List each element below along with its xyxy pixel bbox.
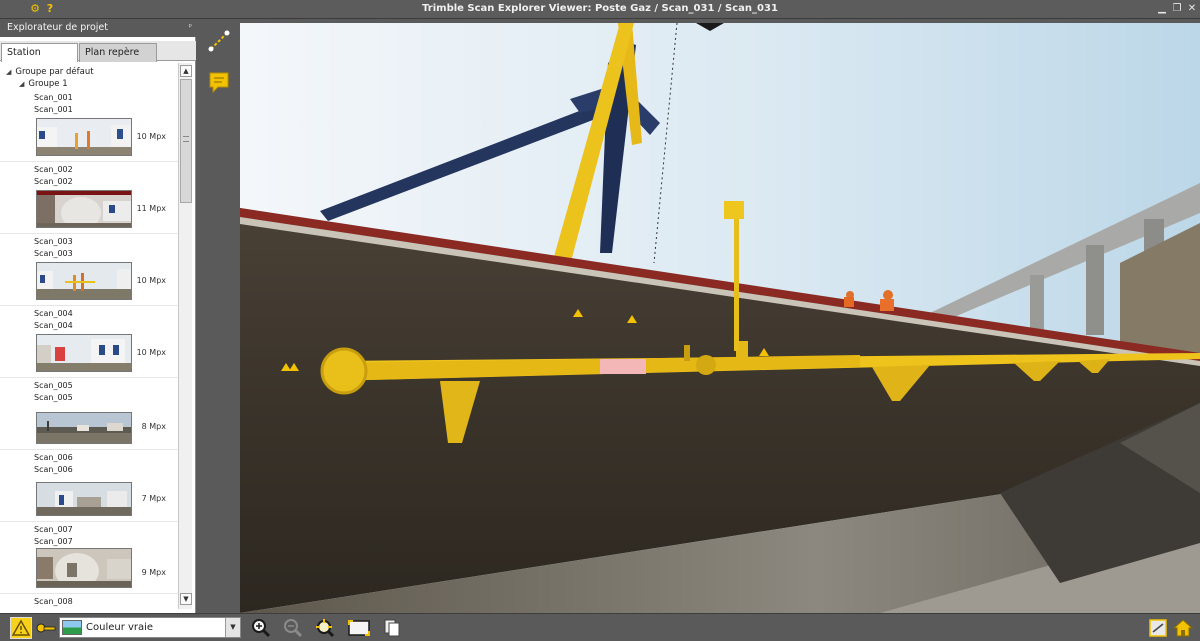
scan-sub-name: Scan_005 xyxy=(34,393,73,402)
scan-name: Scan_006 xyxy=(34,453,73,462)
scan-thumbnail[interactable] xyxy=(36,262,132,300)
collapse-icon[interactable]: ◢ xyxy=(19,80,24,88)
scan-sub-name: Scan_007 xyxy=(34,537,73,546)
tree-root-label: Groupe par défaut xyxy=(15,67,94,77)
list-item[interactable]: Scan_004 Scan_004 10 Mpx xyxy=(0,306,178,378)
panel-title: Explorateur de projet ᵖ xyxy=(0,19,196,37)
tab-plan-repere[interactable]: Plan repère xyxy=(79,43,157,62)
key-icon[interactable] xyxy=(36,622,56,634)
tree-group-label: Groupe 1 xyxy=(28,79,68,89)
scan-sub-name: Scan_004 xyxy=(34,321,73,330)
scan-tree: ◢ Groupe par défaut ◢ Groupe 1 Scan_001 Sc… xyxy=(0,63,178,613)
scan-resolution: 10 Mpx xyxy=(136,132,166,141)
scan-thumbnail[interactable] xyxy=(36,412,132,444)
title-bar: ⚙ ? Trimble Scan Explorer Viewer: Poste … xyxy=(0,0,1200,19)
home-icon[interactable] xyxy=(1172,618,1194,638)
tree-scrollbar[interactable]: ▲ ▼ xyxy=(178,63,192,609)
list-item[interactable]: Scan_001 Scan_001 10 Mpx xyxy=(0,90,178,162)
scan-resolution: 8 Mpx xyxy=(141,422,166,431)
scan-thumbnail[interactable] xyxy=(36,334,132,372)
fit-view-icon[interactable] xyxy=(347,618,371,638)
zoom-target-icon[interactable] xyxy=(315,618,335,638)
scan-resolution: 10 Mpx xyxy=(136,348,166,357)
pin-icon[interactable]: ᵖ xyxy=(189,22,192,31)
report-icon[interactable] xyxy=(1148,618,1168,638)
list-item[interactable]: Scan_008 xyxy=(0,594,178,613)
scan-thumbnail[interactable] xyxy=(36,548,132,588)
zoom-in-icon[interactable] xyxy=(251,618,271,638)
collapse-icon[interactable]: ◢ xyxy=(6,68,11,76)
note-icon[interactable] xyxy=(207,70,231,94)
grip-icon xyxy=(183,136,189,142)
scan-thumbnail[interactable] xyxy=(36,482,132,516)
side-toolbar xyxy=(197,19,240,613)
panel-tabs: Station Plan repère xyxy=(0,41,196,62)
scan-viewport[interactable] xyxy=(240,23,1200,613)
copy-icon[interactable] xyxy=(382,618,402,638)
tab-station[interactable]: Station xyxy=(1,43,78,62)
close-icon[interactable]: ✕ xyxy=(1185,2,1199,16)
scan-name: Scan_001 xyxy=(34,93,73,102)
project-explorer-panel: Explorateur de projet ᵖ Station Plan rep… xyxy=(0,19,196,613)
color-mode-label: Couleur vraie xyxy=(86,622,154,633)
list-item[interactable]: Scan_007 Scan_007 9 Mpx xyxy=(0,522,178,594)
window-title: Trimble Scan Explorer Viewer: Poste Gaz … xyxy=(422,3,778,14)
list-item[interactable]: Scan_003 Scan_003 10 Mpx xyxy=(0,234,178,306)
panel-title-text: Explorateur de projet xyxy=(7,22,108,33)
scan-sub-name: Scan_002 xyxy=(34,177,73,186)
scan-resolution: 10 Mpx xyxy=(136,276,166,285)
warning-button[interactable] xyxy=(10,617,32,639)
measure-icon[interactable] xyxy=(207,29,231,53)
chevron-down-icon[interactable]: ▼ xyxy=(225,618,240,637)
scan-name: Scan_007 xyxy=(34,525,73,534)
zoom-out-icon[interactable] xyxy=(283,618,303,638)
scan-resolution: 11 Mpx xyxy=(136,204,166,213)
scroll-down-icon[interactable]: ▼ xyxy=(180,593,192,605)
bottom-toolbar: Couleur vraie ▼ xyxy=(0,613,1200,641)
scan-thumbnail[interactable] xyxy=(36,190,132,228)
scan-sub-name: Scan_001 xyxy=(34,105,73,114)
scan-name: Scan_003 xyxy=(34,237,73,246)
tree-group-node[interactable]: ◢ Groupe 1 xyxy=(19,79,68,89)
tree-root-node[interactable]: ◢ Groupe par défaut xyxy=(6,67,94,77)
list-item[interactable]: Scan_005 Scan_005 8 Mpx xyxy=(0,378,178,450)
scan-resolution: 7 Mpx xyxy=(141,494,166,503)
scrollbar-thumb[interactable] xyxy=(180,79,192,203)
scroll-up-icon[interactable]: ▲ xyxy=(180,65,192,77)
restore-icon[interactable]: ❐ xyxy=(1170,2,1184,16)
list-item[interactable]: Scan_006 Scan_006 7 Mpx xyxy=(0,450,178,522)
warning-icon xyxy=(11,619,31,636)
color-mode-select[interactable]: Couleur vraie ▼ xyxy=(59,617,241,638)
minimize-icon[interactable]: ▁ xyxy=(1155,2,1169,16)
scan-sub-name: Scan_006 xyxy=(34,465,73,474)
scan-name: Scan_002 xyxy=(34,165,73,174)
list-item[interactable]: Scan_002 Scan_002 11 Mpx xyxy=(0,162,178,234)
scan-name: Scan_005 xyxy=(34,381,73,390)
scan-name: Scan_004 xyxy=(34,309,73,318)
scan-resolution: 9 Mpx xyxy=(141,568,166,577)
scan-thumbnail[interactable] xyxy=(36,118,132,156)
color-swatch xyxy=(62,620,82,635)
scan-name: Scan_008 xyxy=(34,597,73,606)
scan-sub-name: Scan_003 xyxy=(34,249,73,258)
